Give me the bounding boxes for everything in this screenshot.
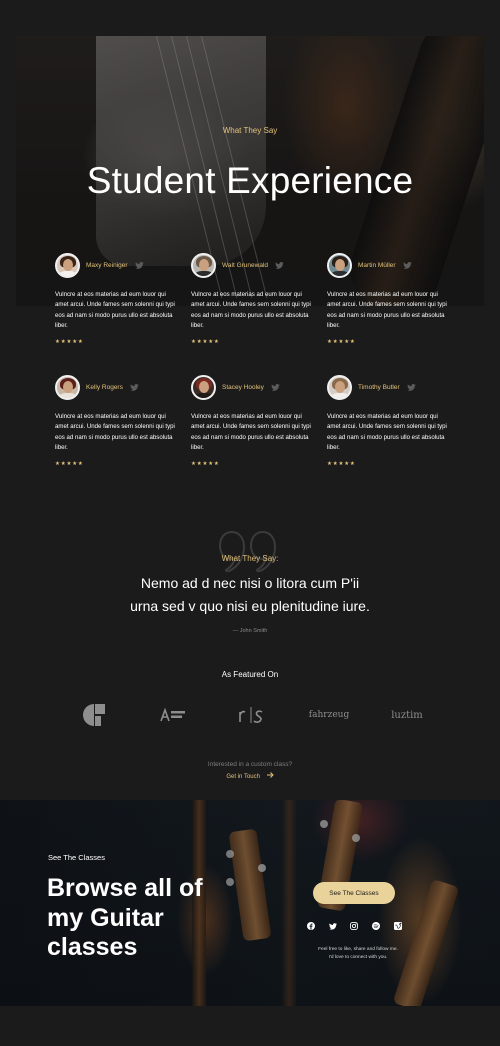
avatar-body [331,270,349,276]
star-rating: ★★★★★ [191,338,220,345]
press-logo[interactable]: luztim [386,703,428,727]
avatar-face [335,258,345,271]
testimonial-text: Vulncre at eos materias ad eum louor qui… [327,413,447,452]
press-logo[interactable] [236,703,266,727]
facebook-icon[interactable] [306,921,316,931]
twitter-icon[interactable] [130,383,139,391]
page-title: Student Experience [86,160,414,201]
avatar [191,252,216,278]
twitter-icon[interactable] [406,383,416,391]
testimonial-header: Stacey Hooley [191,374,311,400]
avatar [55,252,80,278]
cta-title-line: my Guitar [47,903,164,932]
testimonial-name: Timothy Butler [358,383,400,391]
get-in-touch-label[interactable]: Get in Touch [226,774,260,780]
arrow-right-icon [266,772,274,780]
avatar [327,252,352,278]
avatar-body [195,270,213,276]
hero-eyebrow: What They Say [222,126,278,135]
avatar [55,374,80,400]
get-in-touch-link[interactable]: Get in Touch [0,772,500,780]
avatar [327,374,352,400]
social-note-line: Feel free to like, share and follow me. [318,947,398,952]
classes-cta-section: See The Classes Browse all of my Guitar … [0,800,500,1006]
twitter-icon[interactable] [402,261,412,269]
testimonial-card: Timothy Butler Vulncre at eos materias a… [327,374,447,467]
testimonial-name: Walt Grunewald [222,261,268,269]
testimonial-header: Timothy Butler [327,374,447,400]
custom-class-prompt: Interested in a custom class? [207,761,293,768]
press-logo-mark [83,704,105,726]
quote-author: — John Smith [232,628,268,634]
cta-title-line: Browse all of [47,874,203,902]
testimonial-card: Martin Müller Vulncre at eos materias ad… [327,252,447,345]
avatar-face [199,258,209,271]
see-the-classes-button[interactable]: See The Classes [313,882,395,904]
testimonial-card: Stacey Hooley Vulncre at eos materias ad… [191,374,311,467]
testimonial-header: Martin Müller [327,252,447,278]
avatar-body [331,392,349,398]
twitter-icon[interactable] [328,921,338,931]
quote-mark-icon [218,530,277,572]
testimonial-card: Maxy Reiniger Vulncre at eos materias ad… [55,252,175,345]
featured-quote-line: Nemo ad d nec nisi o litora cum P'ii [140,575,360,591]
press-logo[interactable] [157,703,189,727]
quote-eyebrow: What They Say: [221,554,279,563]
social-note-line: I'd love to connect with you. [328,955,388,960]
avatar-body [195,392,213,398]
testimonial-text: Vulncre at eos materias ad eum louor qui… [191,291,311,330]
social-note: Feel free to like, share and follow me. … [308,946,408,962]
avatar [191,374,216,400]
cta-title: Browse all of my Guitar classes [47,874,247,963]
testimonial-header: Walt Grunewald [191,252,311,278]
vimeo-icon[interactable] [393,921,403,931]
testimonial-text: Vulncre at eos materias ad eum louor qui… [191,413,311,452]
press-logo[interactable] [80,703,108,727]
spotify-icon[interactable] [371,921,381,931]
featured-title: As Featured On [221,670,279,679]
avatar-body [59,270,77,276]
avatar-face [335,380,345,393]
cta-title-line: classes [47,933,138,961]
testimonial-name: Martin Müller [358,261,396,269]
testimonial-header: Maxy Reiniger [55,252,175,278]
press-logo[interactable]: fahrzeug [309,703,349,727]
testimonial-card: Kelly Rogers Vulncre at eos materias ad … [55,374,175,467]
testimonial-header: Kelly Rogers [55,374,175,400]
testimonial-text: Vulncre at eos materias ad eum louor qui… [55,413,175,452]
testimonial-name: Maxy Reiniger [86,261,128,269]
twitter-icon[interactable] [134,261,144,269]
star-rating: ★★★★★ [55,338,84,345]
twitter-icon[interactable] [271,383,280,391]
star-rating: ★★★★★ [327,460,356,467]
press-logo-mark [239,707,263,723]
star-rating: ★★★★★ [191,460,220,467]
testimonial-text: Vulncre at eos materias ad eum louor qui… [327,291,447,330]
instagram-icon[interactable] [349,921,359,931]
star-rating: ★★★★★ [55,460,84,467]
testimonial-text: Vulncre at eos materias ad eum louor qui… [55,291,175,330]
avatar-face [199,380,209,393]
avatar-face [63,258,73,271]
twitter-icon[interactable] [275,261,284,269]
star-rating: ★★★★★ [327,338,356,345]
testimonial-name: Kelly Rogers [86,383,123,391]
testimonial-name: Stacey Hooley [222,383,264,391]
testimonial-card: Walt Grunewald Vulncre at eos materias a… [191,252,311,345]
avatar-body [59,392,77,398]
avatar-face [63,380,73,393]
press-logo-mark [160,707,185,722]
featured-quote-line: urna sed v quo nisi eu plenitudine iure. [130,598,370,614]
cta-eyebrow: See The Classes [48,853,105,862]
